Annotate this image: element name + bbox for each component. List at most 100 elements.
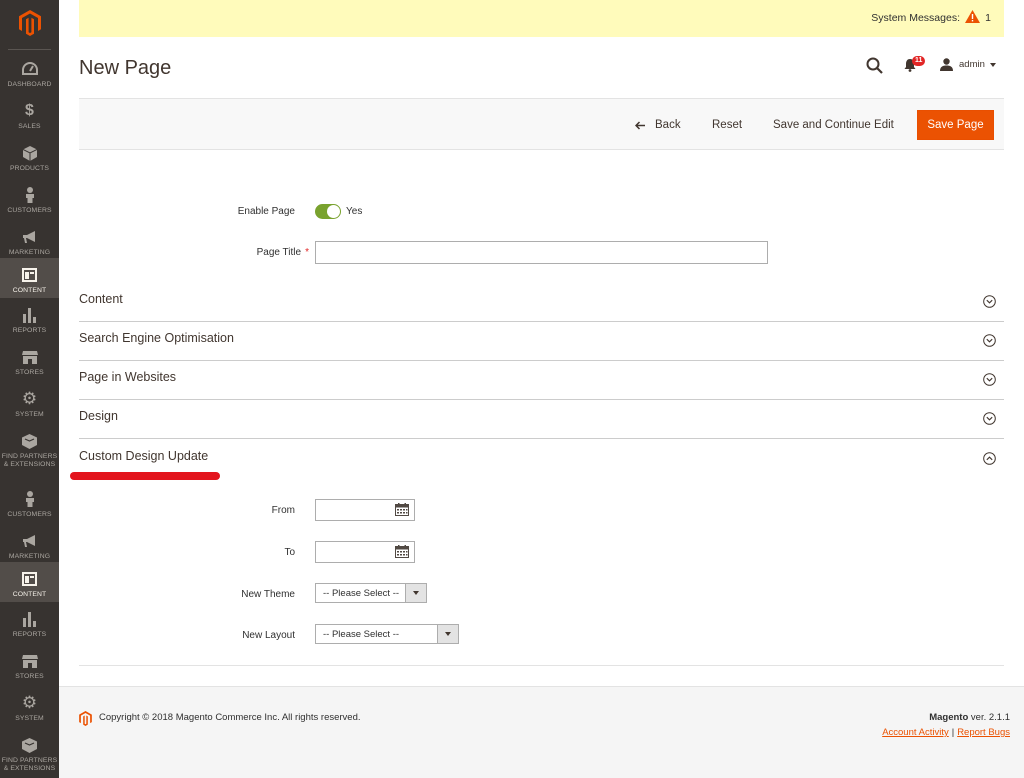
arrow-left-icon [635, 120, 645, 130]
to-label: To [284, 547, 295, 558]
sidebar-item-label: STORES [15, 369, 44, 376]
select-arrow [405, 584, 426, 602]
magento-logo[interactable] [0, 0, 59, 46]
new-layout-label: New Layout [242, 630, 295, 641]
box-icon [21, 432, 39, 450]
page-title-label: Page Title * [200, 247, 309, 258]
form-bottom-divider [79, 665, 1004, 666]
chevron-down-circle-icon [983, 295, 996, 313]
user-menu[interactable]: admin [940, 58, 996, 71]
calendar-icon[interactable] [395, 545, 409, 563]
sidebar-item-label: CUSTOMERS [7, 207, 52, 214]
chevron-up-circle-icon [983, 452, 996, 470]
notifications-badge: 11 [912, 56, 926, 66]
sidebar-item-label: PRODUCTS [10, 165, 49, 172]
store-icon [21, 652, 39, 670]
select-arrow [437, 625, 458, 643]
section-design[interactable]: Design [79, 400, 1004, 439]
sidebar-item-label: FIND PARTNERS & EXTENSIONS [1, 453, 58, 468]
save-continue-button[interactable]: Save and Continue Edit [773, 110, 894, 140]
link-separator: | [951, 727, 955, 738]
sidebar-item-label: STORES [15, 673, 44, 680]
new-theme-value: -- Please Select -- [323, 587, 400, 599]
new-theme-select[interactable]: -- Please Select -- [315, 583, 427, 603]
copyright-text: Copyright © 2018 Magento Commerce Inc. A… [99, 712, 361, 723]
section-content-title: Content [79, 292, 123, 306]
system-messages-label: System Messages: [871, 12, 960, 24]
sidebar-item-system[interactable]: ⚙ SYSTEM [0, 686, 59, 728]
chevron-down-icon [413, 591, 419, 595]
sidebar-item-reports[interactable]: REPORTS [0, 602, 59, 644]
box-icon [21, 736, 39, 754]
sidebar-item-stores[interactable]: STORES [0, 644, 59, 686]
section-seo-title: Search Engine Optimisation [79, 331, 234, 345]
enable-page-label: Enable Page [237, 206, 295, 217]
sidebar-item-sales[interactable]: $ SALES [0, 94, 59, 136]
from-date-input[interactable] [315, 499, 415, 521]
new-theme-label: New Theme [241, 589, 295, 600]
sidebar-item-content[interactable]: CONTENT [0, 562, 59, 602]
bar-chart-icon [21, 610, 39, 628]
back-button[interactable]: Back [635, 110, 681, 140]
notifications-button[interactable]: 11 [903, 56, 926, 77]
section-seo[interactable]: Search Engine Optimisation [79, 322, 1004, 361]
page-title: New Page [79, 57, 172, 79]
sidebar-item-products[interactable]: PRODUCTS [0, 136, 59, 178]
dashboard-icon [21, 60, 39, 78]
section-content[interactable]: Content [79, 283, 1004, 322]
sidebar-item-system[interactable]: ⚙ SYSTEM [0, 382, 59, 424]
sidebar-item-content[interactable]: CONTENT [0, 258, 59, 298]
chevron-down-circle-icon [983, 412, 996, 430]
system-messages-bar: System Messages: 1 [79, 0, 1004, 37]
sidebar-item-label: FIND PARTNERS & EXTENSIONS [1, 757, 58, 772]
user-name: admin [959, 59, 985, 70]
megaphone-icon [21, 532, 39, 550]
sidebar-item-marketing[interactable]: MARKETING [0, 220, 59, 258]
account-activity-link[interactable]: Account Activity [882, 727, 949, 738]
store-icon [21, 348, 39, 366]
person-icon [21, 490, 39, 508]
section-custom-design-title: Custom Design Update [79, 449, 209, 463]
section-websites-title: Page in Websites [79, 370, 177, 384]
sidebar-item-label: CONTENT [12, 287, 47, 294]
save-page-button[interactable]: Save Page [917, 110, 994, 140]
new-layout-value: -- Please Select -- [323, 628, 400, 640]
enable-page-toggle[interactable] [315, 204, 341, 219]
search-icon[interactable] [866, 57, 883, 79]
calendar-icon[interactable] [395, 503, 409, 521]
layout-icon [21, 570, 39, 588]
admin-sidebar: DASHBOARD $ SALES PRODUCTS CUSTOMERS MAR… [0, 0, 59, 778]
chevron-down-circle-icon [983, 373, 996, 391]
section-design-title: Design [79, 409, 118, 423]
sidebar-item-label: SYSTEM [15, 411, 44, 418]
dollar-icon: $ [25, 102, 34, 119]
sidebar-item-marketing[interactable]: MARKETING [0, 524, 59, 562]
magento-footer-logo-icon [79, 711, 92, 731]
reset-button[interactable]: Reset [712, 110, 742, 140]
to-date-input[interactable] [315, 541, 415, 563]
sidebar-item-label: REPORTS [12, 327, 47, 334]
system-messages-count[interactable]: 1 [985, 12, 991, 24]
sidebar-item-customers[interactable]: CUSTOMERS [0, 482, 59, 524]
user-icon [940, 58, 953, 71]
sidebar-item-dashboard[interactable]: DASHBOARD [0, 52, 59, 94]
sidebar-item-stores[interactable]: STORES [0, 340, 59, 382]
sidebar-item-find-partners[interactable]: FIND PARTNERS & EXTENSIONS [0, 424, 59, 476]
sidebar-item-find-partners[interactable]: FIND PARTNERS & EXTENSIONS [0, 728, 59, 778]
red-annotation-underline [70, 472, 220, 480]
megaphone-icon [21, 228, 39, 246]
magento-logo-icon [18, 10, 41, 36]
sidebar-item-label: MARKETING [8, 553, 51, 560]
version-info: Magento ver. 2.1.1 [929, 712, 1010, 723]
page-footer: Copyright © 2018 Magento Commerce Inc. A… [59, 686, 1024, 778]
warning-icon[interactable] [965, 10, 980, 28]
report-bugs-link[interactable]: Report Bugs [957, 727, 1010, 738]
sidebar-item-customers[interactable]: CUSTOMERS [0, 178, 59, 220]
sidebar-item-reports[interactable]: REPORTS [0, 298, 59, 340]
new-layout-select[interactable]: -- Please Select -- [315, 624, 459, 644]
gear-icon: ⚙ [21, 693, 38, 712]
section-websites[interactable]: Page in Websites [79, 361, 1004, 400]
page-title-input[interactable] [315, 241, 768, 264]
enable-page-value: Yes [346, 206, 363, 217]
back-label: Back [655, 119, 681, 131]
